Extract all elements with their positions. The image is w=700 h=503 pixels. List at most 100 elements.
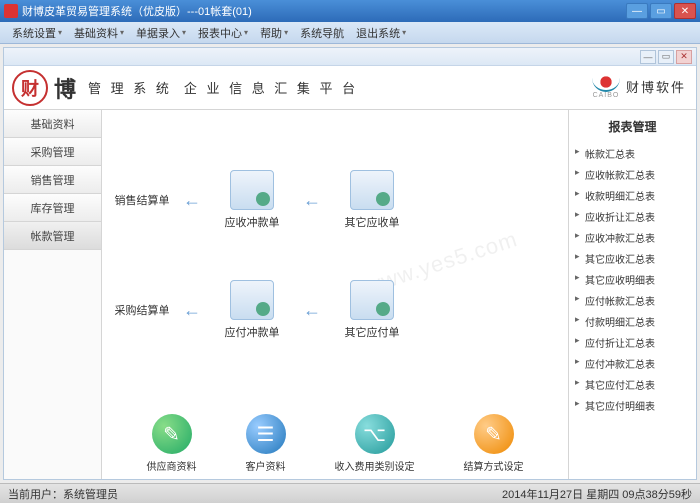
shortcut-label: 供应商资料 [147, 458, 197, 473]
main-canvas: www.yes5.com 销售结算单 ← 应收冲款单 ← 其它应收单 采购结算单… [102, 110, 568, 479]
inner-minimize-button[interactable]: — [640, 50, 656, 64]
report-link[interactable]: 其它应收明细表 [575, 269, 690, 290]
sidebar-item-label: 采购管理 [31, 144, 75, 160]
status-datetime: 2014年11月27日 星期四 09点38分59秒 [502, 486, 692, 502]
shortcut-supplier-data[interactable]: ✎ 供应商资料 [147, 414, 197, 473]
brand-header: 财 博 管 理 系 统 企 业 信 息 汇 集 平 台 CAIBO 财博软件 [4, 66, 696, 110]
chevron-down-icon: ▾ [182, 28, 186, 37]
menu-help[interactable]: 帮助▾ [254, 23, 294, 43]
menu-label: 系统设置 [12, 25, 56, 41]
shortcut-label: 结算方式设定 [464, 458, 524, 473]
chevron-down-icon: ▾ [58, 28, 62, 37]
document-icon [230, 170, 274, 210]
chevron-down-icon: ▾ [284, 28, 288, 37]
sidebar-item-sales[interactable]: 销售管理 [4, 166, 101, 194]
flow-item-label: 其它应收单 [345, 214, 400, 230]
status-user-value: 系统管理员 [63, 486, 118, 502]
arrow-left-icon: ← [172, 300, 212, 321]
close-button[interactable]: ✕ [674, 3, 696, 19]
menu-report-center[interactable]: 报表中心▾ [192, 23, 254, 43]
menu-label: 基础资料 [74, 25, 118, 41]
minimize-button[interactable]: — [626, 3, 648, 19]
report-link[interactable]: 其它应付明细表 [575, 395, 690, 416]
report-link[interactable]: 应付折让汇总表 [575, 332, 690, 353]
window-titlebar: 财博皮革贸易管理系统（优皮版）---01帐套(01) — ▭ ✕ [0, 0, 700, 22]
arrow-left-icon: ← [292, 300, 332, 321]
report-link[interactable]: 应收冲款汇总表 [575, 227, 690, 248]
report-link[interactable]: 应收帐款汇总表 [575, 164, 690, 185]
sidebar-item-label: 销售管理 [31, 172, 75, 188]
report-link[interactable]: 其它应收汇总表 [575, 248, 690, 269]
shortcut-label: 收入费用类别设定 [335, 458, 415, 473]
flow-item-label: 其它应付单 [345, 324, 400, 340]
menu-system-settings[interactable]: 系统设置▾ [6, 23, 68, 43]
supplier-icon: ✎ [152, 414, 192, 454]
flow-item-label: 应收冲款单 [225, 214, 280, 230]
brand-right-text: 财博软件 [626, 77, 686, 96]
category-icon: ⌥ [355, 414, 395, 454]
report-link[interactable]: 其它应付汇总表 [575, 374, 690, 395]
chevron-down-icon: ▾ [402, 28, 406, 37]
document-icon [230, 280, 274, 320]
report-link[interactable]: 应付冲款汇总表 [575, 353, 690, 374]
brand-name: 博 [54, 72, 76, 104]
menu-label: 报表中心 [198, 25, 242, 41]
flow-item-other-receivable[interactable]: 其它应收单 [332, 170, 412, 230]
flow-label-purchase: 采购结算单 [112, 302, 172, 318]
shortcut-customer-data[interactable]: ☰ 客户资料 [246, 414, 286, 473]
chevron-down-icon: ▾ [120, 28, 124, 37]
flow-label-sales: 销售结算单 [112, 192, 172, 208]
status-user-label: 当前用户： [8, 486, 63, 502]
menu-exit-system[interactable]: 退出系统▾ [350, 23, 412, 43]
report-link[interactable]: 付款明细汇总表 [575, 311, 690, 332]
chevron-down-icon: ▾ [244, 28, 248, 37]
brand-right: CAIBO 财博软件 [592, 74, 686, 99]
flow-item-receivable-offset[interactable]: 应收冲款单 [212, 170, 292, 230]
right-panel-title: 报表管理 [575, 118, 690, 135]
inner-titlebar: — ▭ ✕ [4, 48, 696, 66]
arrow-left-icon: ← [292, 190, 332, 211]
customer-icon: ☰ [246, 414, 286, 454]
sidebar-item-base-data[interactable]: 基础资料 [4, 110, 101, 138]
right-report-panel: 报表管理 帐款汇总表 应收帐款汇总表 收款明细汇总表 应收折让汇总表 应收冲款汇… [568, 110, 696, 479]
menu-system-nav[interactable]: 系统导航 [294, 23, 350, 43]
menu-label: 帮助 [260, 25, 282, 41]
bottom-shortcut-row: ✎ 供应商资料 ☰ 客户资料 ⌥ 收入费用类别设定 ✎ 结算方式设定 [102, 414, 568, 473]
brand-eye-icon [592, 74, 620, 92]
logo-icon: 财 [12, 70, 48, 106]
menubar: 系统设置▾ 基础资料▾ 单据录入▾ 报表中心▾ 帮助▾ 系统导航 退出系统▾ [0, 22, 700, 44]
sidebar-item-inventory[interactable]: 库存管理 [4, 194, 101, 222]
inner-body: 基础资料 采购管理 销售管理 库存管理 帐款管理 www.yes5.com 销售… [4, 110, 696, 479]
inner-window: — ▭ ✕ 财 博 管 理 系 统 企 业 信 息 汇 集 平 台 CAIBO … [3, 47, 697, 480]
shortcut-income-expense-category[interactable]: ⌥ 收入费用类别设定 [335, 414, 415, 473]
settlement-icon: ✎ [474, 414, 514, 454]
shortcut-settlement-method[interactable]: ✎ 结算方式设定 [464, 414, 524, 473]
brand-line2: 企 业 信 息 汇 集 平 台 [184, 78, 358, 97]
document-icon [350, 280, 394, 320]
arrow-left-icon: ← [172, 190, 212, 211]
menu-label: 单据录入 [136, 25, 180, 41]
sidebar-item-label: 库存管理 [31, 200, 75, 216]
flow-item-label: 应付冲款单 [225, 324, 280, 340]
menu-base-data[interactable]: 基础资料▾ [68, 23, 130, 43]
window-controls: — ▭ ✕ [626, 3, 696, 19]
report-link[interactable]: 收款明细汇总表 [575, 185, 690, 206]
sidebar-item-purchase[interactable]: 采购管理 [4, 138, 101, 166]
report-link[interactable]: 应收折让汇总表 [575, 206, 690, 227]
flow-item-payable-offset[interactable]: 应付冲款单 [212, 280, 292, 340]
inner-close-button[interactable]: ✕ [676, 50, 692, 64]
inner-maximize-button[interactable]: ▭ [658, 50, 674, 64]
sidebar-item-label: 基础资料 [31, 116, 75, 132]
report-link[interactable]: 应付帐款汇总表 [575, 290, 690, 311]
menu-document-entry[interactable]: 单据录入▾ [130, 23, 192, 43]
brand-right-sub: CAIBO [593, 92, 620, 99]
brand-line1: 管 理 系 统 [88, 78, 172, 97]
report-link[interactable]: 帐款汇总表 [575, 143, 690, 164]
report-list: 帐款汇总表 应收帐款汇总表 收款明细汇总表 应收折让汇总表 应收冲款汇总表 其它… [575, 143, 690, 416]
sidebar-item-label: 帐款管理 [31, 228, 75, 244]
maximize-button[interactable]: ▭ [650, 3, 672, 19]
flow-item-other-payable[interactable]: 其它应付单 [332, 280, 412, 340]
document-icon [350, 170, 394, 210]
sidebar-item-accounts[interactable]: 帐款管理 [4, 222, 101, 250]
app-icon [4, 4, 18, 18]
